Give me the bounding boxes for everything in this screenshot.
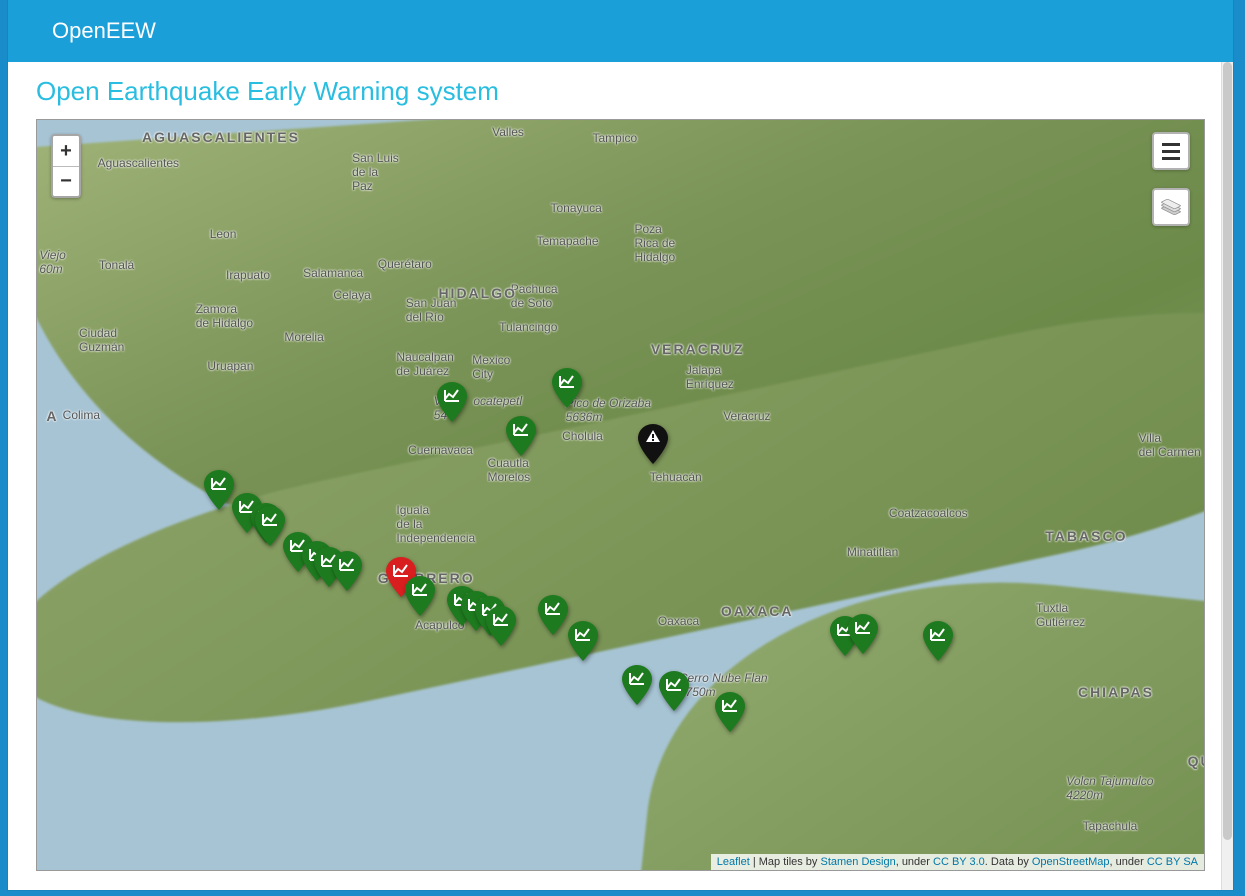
attribution-text: , under	[1110, 856, 1147, 868]
sensor-marker[interactable]	[538, 595, 568, 635]
attribution-osm-link[interactable]: OpenStreetMap	[1032, 856, 1110, 868]
sensor-marker[interactable]	[506, 416, 536, 456]
attribution-leaflet-link[interactable]: Leaflet	[717, 856, 750, 868]
zoom-in-button[interactable]: +	[53, 136, 79, 166]
scrollbar-thumb[interactable]	[1223, 62, 1232, 840]
map-container[interactable]: AGUASCALIENTESVallesAguascalientesSan Lu…	[36, 119, 1205, 871]
sensor-marker[interactable]	[659, 671, 689, 711]
window-chrome: OpenEEW Open Earthquake Early Warning sy…	[0, 0, 1245, 896]
sensor-marker[interactable]	[332, 551, 362, 591]
zoom-control: + −	[51, 134, 81, 198]
attribution-ccbysa-link[interactable]: CC BY SA	[1147, 856, 1198, 868]
attribution-ccby30-link[interactable]: CC BY 3.0	[933, 856, 985, 868]
attribution-text: | Map tiles by	[750, 856, 821, 868]
sensor-marker[interactable]	[204, 470, 234, 510]
sensor-marker[interactable]	[622, 665, 652, 705]
sensor-marker[interactable]	[437, 382, 467, 422]
sensor-marker[interactable]	[568, 621, 598, 661]
attribution-stamen-link[interactable]: Stamen Design	[820, 856, 895, 868]
sensor-marker[interactable]	[486, 606, 516, 646]
layers-button[interactable]	[1152, 188, 1190, 226]
sensor-marker[interactable]	[552, 368, 582, 408]
scrollbar-track[interactable]	[1221, 62, 1233, 890]
app-window: OpenEEW Open Earthquake Early Warning sy…	[8, 0, 1233, 890]
sensor-marker[interactable]	[405, 576, 435, 616]
page-content: Open Earthquake Early Warning system AGU…	[8, 62, 1233, 889]
sensor-marker[interactable]	[848, 614, 878, 654]
alert-marker[interactable]	[638, 424, 668, 464]
map-attribution: Leaflet | Map tiles by Stamen Design, un…	[711, 854, 1204, 870]
sensor-marker[interactable]	[923, 621, 953, 661]
top-right-controls	[1152, 132, 1190, 226]
attribution-text: , under	[896, 856, 933, 868]
zoom-out-button[interactable]: −	[53, 166, 79, 196]
hamburger-icon	[1162, 143, 1180, 160]
menu-button[interactable]	[1152, 132, 1190, 170]
sensor-marker[interactable]	[715, 692, 745, 732]
brand-title: OpenEEW	[52, 18, 156, 44]
sensor-marker[interactable]	[255, 506, 285, 546]
app-header: OpenEEW	[8, 0, 1233, 62]
layers-icon	[1161, 199, 1181, 215]
page-title: Open Earthquake Early Warning system	[36, 76, 1205, 107]
attribution-text: . Data by	[985, 856, 1032, 868]
